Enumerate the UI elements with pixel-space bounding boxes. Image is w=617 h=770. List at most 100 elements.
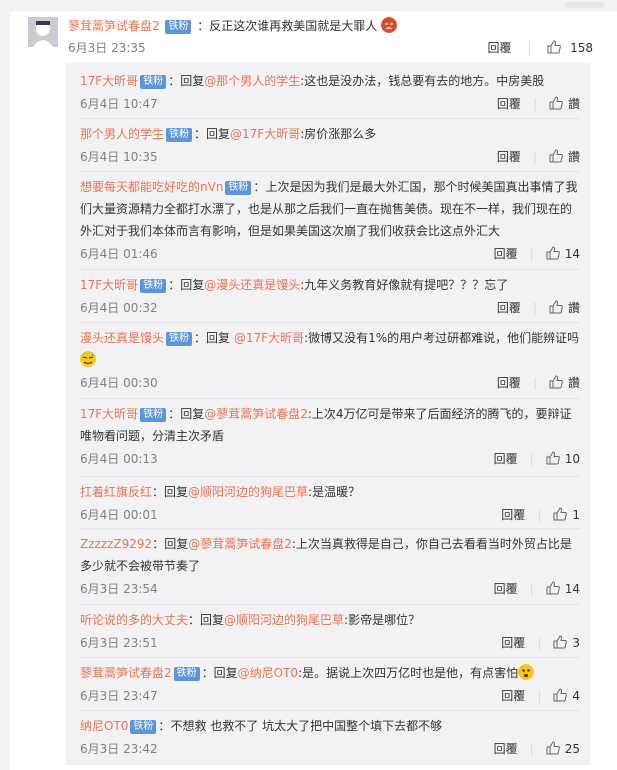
thumbs-up-icon[interactable] bbox=[546, 581, 560, 595]
scrollbar-thumb[interactable] bbox=[565, 2, 605, 8]
reply-item: 扛着红旗反红：回复@顺阳河边的狗尾巴草:是温暖？ 6月4日 00:01 回覆 | 1 bbox=[80, 481, 580, 525]
reply-text-line: 蓼茸蒿笋试春盘2 铁粉 ：回复@纳尼OT0:是。据说上次四万亿时也是他，有点害怕 bbox=[80, 662, 580, 684]
reply-meta: 6月3日 23:51 回覆 | 3 bbox=[80, 633, 580, 653]
reply-username[interactable]: 纳尼OT0 bbox=[80, 719, 128, 733]
reply-button[interactable]: 回覆 bbox=[497, 97, 521, 111]
reply-button[interactable]: 回覆 bbox=[501, 636, 525, 650]
reply-username[interactable]: 17F大昕哥 bbox=[80, 407, 138, 421]
reply-text-line: ZzzzzZ9292：回复@蓼茸蒿笋试春盘2:上次当真救得是自己，你自己去看看当… bbox=[80, 533, 580, 577]
reply-actions: 回覆 | 1 bbox=[501, 506, 580, 524]
reply-button[interactable]: 回覆 bbox=[488, 41, 512, 55]
reply-item: 蓼茸蒿笋试春盘2 铁粉 ：回复@纳尼OT0:是。据说上次四万亿时也是他，有点害怕 6月… bbox=[80, 662, 580, 706]
like-label[interactable]: 讚 bbox=[568, 150, 580, 164]
fan-badge[interactable]: 铁粉 bbox=[166, 128, 193, 142]
reply-prefix: ：回复 bbox=[168, 74, 205, 88]
thumbs-up-icon[interactable] bbox=[546, 246, 560, 260]
mention-link[interactable]: @蓼茸蒿笋试春盘2 bbox=[188, 537, 292, 551]
mention-link[interactable]: @顺阳河边的狗尾巴草 bbox=[188, 485, 308, 499]
reply-divider bbox=[80, 118, 580, 119]
action-separator: | bbox=[529, 452, 534, 466]
like-count: 10 bbox=[564, 452, 580, 466]
reply-actions: 回覆 | 4 bbox=[501, 687, 580, 705]
thumbs-up-icon[interactable] bbox=[549, 300, 563, 314]
thumbs-up-icon[interactable] bbox=[546, 741, 560, 755]
reply-actions: 回覆 | 讚 bbox=[497, 374, 580, 392]
fan-badge[interactable]: 铁粉 bbox=[165, 20, 192, 34]
reply-username[interactable]: 那个男人的学生 bbox=[80, 127, 164, 141]
action-separator: | bbox=[527, 41, 532, 55]
like-label[interactable]: 讚 bbox=[568, 376, 580, 390]
reply-username[interactable]: 漫头还真是馒头 bbox=[80, 331, 164, 345]
fan-badge[interactable]: 铁粉 bbox=[225, 181, 252, 195]
reply-username[interactable]: ZzzzzZ9292 bbox=[80, 537, 152, 551]
reply-username[interactable]: 想要每天都能吃好吃的nVn bbox=[80, 180, 223, 194]
thumbs-up-icon[interactable] bbox=[546, 451, 560, 465]
thumbs-up-icon[interactable] bbox=[549, 96, 563, 110]
reply-button[interactable]: 回覆 bbox=[497, 301, 521, 315]
reply-text: 不想救 也救不了 坑太大了把中国整个填下去都不够 bbox=[170, 719, 443, 733]
mention-link[interactable]: @那个男人的学生 bbox=[204, 74, 300, 88]
thumbs-up-icon[interactable] bbox=[547, 40, 562, 54]
parent-username[interactable]: 蓼茸蒿笋试春盘2 bbox=[68, 19, 160, 33]
fan-badge[interactable]: 铁粉 bbox=[173, 667, 200, 681]
fan-badge[interactable]: 铁粉 bbox=[140, 408, 167, 422]
mention-link[interactable]: @漫头还真是馒头 bbox=[204, 278, 300, 292]
reply-button[interactable]: 回覆 bbox=[501, 689, 525, 703]
reply-prefix: ：回复 bbox=[168, 407, 205, 421]
reply-text: :微博又没有1%的用户考过研都难说，他们能辨证吗 bbox=[304, 331, 580, 345]
fan-badge[interactable]: 铁粉 bbox=[130, 720, 157, 734]
like-label[interactable]: 讚 bbox=[568, 301, 580, 315]
mention-link[interactable]: @蓼茸蒿笋试春盘2 bbox=[204, 407, 308, 421]
mention-link[interactable]: @17F大昕哥 bbox=[230, 127, 300, 141]
reply-meta: 6月4日 00:13 回覆 | 10 bbox=[80, 449, 580, 469]
fan-badge[interactable]: 铁粉 bbox=[140, 75, 167, 89]
reply-actions: 回覆 | 讚 bbox=[497, 148, 580, 166]
reply-username[interactable]: 听论说的多的大丈夫 bbox=[80, 613, 188, 627]
reply-actions: 回覆 | 10 bbox=[494, 450, 580, 468]
reply-item: 想要每天都能吃好吃的nVn 铁粉 ：上次是因为我们是最大外汇国，那个时候美国真出事情… bbox=[80, 176, 580, 264]
reply-divider bbox=[80, 398, 580, 399]
reply-item: 17F大昕哥 铁粉 ：回复@蓼茸蒿笋试春盘2:上次4万亿可是带来了后面经济的腾飞的，… bbox=[80, 403, 580, 469]
mention-link[interactable]: @顺阳河边的狗尾巴草 bbox=[224, 613, 344, 627]
reply-actions: 回覆 | 14 bbox=[494, 245, 580, 263]
thumbs-up-icon[interactable] bbox=[553, 688, 568, 702]
reply-prefix: ：回复 bbox=[188, 613, 225, 627]
reply-button[interactable]: 回覆 bbox=[494, 742, 518, 756]
thumbs-up-icon[interactable] bbox=[549, 375, 563, 389]
fan-badge[interactable]: 铁粉 bbox=[166, 332, 193, 346]
reply-text-line: 想要每天都能吃好吃的nVn 铁粉 ：上次是因为我们是最大外汇国，那个时候美国真出事情… bbox=[80, 176, 580, 242]
reply-button[interactable]: 回覆 bbox=[497, 150, 521, 164]
reply-prefix: ：回复 bbox=[194, 127, 231, 141]
action-separator: | bbox=[532, 97, 537, 111]
reply-button[interactable]: 回覆 bbox=[497, 376, 521, 390]
emoji-wrapper bbox=[80, 351, 96, 367]
top-scroll-track bbox=[0, 0, 617, 10]
reply-username[interactable]: 蓼茸蒿笋试春盘2 bbox=[80, 666, 172, 680]
thumbs-up-icon[interactable] bbox=[553, 507, 568, 521]
reply-meta: 6月4日 00:01 回覆 | 1 bbox=[80, 505, 580, 525]
like-label[interactable]: 讚 bbox=[568, 97, 580, 111]
action-separator: | bbox=[537, 636, 542, 650]
reply-button[interactable]: 回覆 bbox=[494, 452, 518, 466]
action-separator: | bbox=[532, 301, 537, 315]
mention-link[interactable]: @纳尼OT0 bbox=[238, 666, 298, 680]
reply-time: 6月4日 00:01 bbox=[80, 508, 158, 522]
reply-username[interactable]: 扛着红旗反红 bbox=[80, 485, 152, 499]
reply-item: 17F大昕哥 铁粉 ：回复@那个男人的学生:这也是没办法，钱总要有去的地方。中房美股… bbox=[80, 70, 580, 114]
reply-button[interactable]: 回覆 bbox=[494, 247, 518, 261]
fan-badge[interactable]: 铁粉 bbox=[140, 279, 167, 293]
like-count: 14 bbox=[564, 247, 580, 261]
thumbs-up-icon[interactable] bbox=[553, 635, 568, 649]
reply-button[interactable]: 回覆 bbox=[494, 582, 518, 596]
avatar[interactable] bbox=[28, 17, 58, 47]
like-count: 1 bbox=[572, 508, 580, 522]
avatar-image bbox=[28, 17, 58, 47]
thumbs-up-icon[interactable] bbox=[549, 149, 563, 163]
reply-button[interactable]: 回覆 bbox=[501, 508, 525, 522]
mention-link[interactable]: @17F大昕哥 bbox=[234, 331, 304, 345]
reply-divider bbox=[80, 604, 580, 605]
reply-username[interactable]: 17F大昕哥 bbox=[80, 278, 138, 292]
reply-username[interactable]: 17F大昕哥 bbox=[80, 74, 138, 88]
reply-prefix: ： bbox=[158, 719, 171, 733]
reply-prefix: ： bbox=[253, 180, 266, 194]
